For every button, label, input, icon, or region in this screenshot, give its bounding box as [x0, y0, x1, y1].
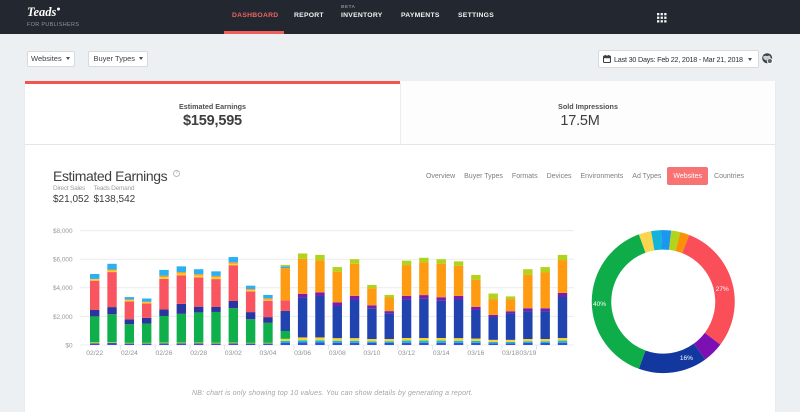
svg-text:$6,000: $6,000 [53, 257, 73, 264]
svg-text:03/10: 03/10 [363, 350, 380, 357]
svg-text:$8,000: $8,000 [53, 228, 73, 235]
svg-text:03/06: 03/06 [294, 350, 311, 357]
svg-text:$4,000: $4,000 [53, 285, 73, 292]
svg-text:02/28: 02/28 [190, 350, 207, 357]
svg-text:03/16: 03/16 [467, 350, 484, 357]
svg-text:02/26: 02/26 [155, 350, 172, 357]
svg-text:$2,000: $2,000 [53, 314, 73, 321]
svg-text:27%: 27% [716, 286, 729, 293]
svg-text:03/18: 03/18 [502, 350, 519, 357]
svg-text:02/24: 02/24 [121, 350, 138, 357]
svg-text:03/04: 03/04 [259, 350, 276, 357]
svg-text:03/14: 03/14 [433, 350, 450, 357]
svg-text:03/19: 03/19 [519, 350, 536, 357]
svg-text:03/02: 03/02 [225, 350, 242, 357]
svg-text:40%: 40% [593, 301, 606, 308]
svg-text:03/08: 03/08 [329, 350, 346, 357]
svg-text:03/12: 03/12 [398, 350, 415, 357]
svg-text:02/22: 02/22 [86, 350, 103, 357]
svg-text:16%: 16% [680, 355, 693, 362]
svg-text:$0: $0 [65, 342, 73, 349]
